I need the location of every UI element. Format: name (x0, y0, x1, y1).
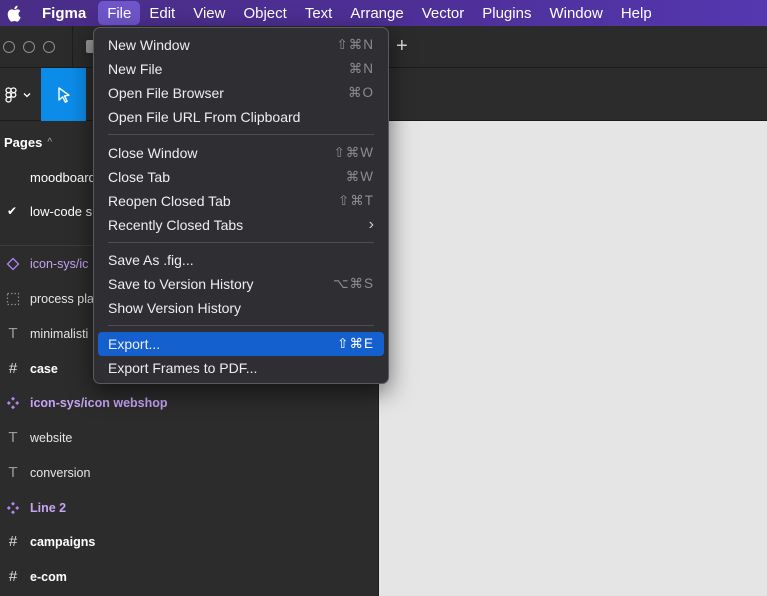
menu-item-show-version-history[interactable]: Show Version History (98, 296, 384, 320)
layer-row[interactable]: Line 2 (0, 490, 379, 525)
component-icon (5, 500, 21, 516)
menu-shortcut: ⌘O (347, 85, 374, 100)
frame-icon: # (8, 533, 18, 550)
menu-item-close-tab[interactable]: Close Tab ⌘W (98, 165, 384, 189)
layer-row[interactable]: T website (0, 420, 379, 455)
menu-arrange[interactable]: Arrange (341, 0, 412, 26)
page-label: moodboard (30, 169, 96, 185)
figma-logo-icon (5, 86, 31, 103)
text-icon: T (8, 429, 18, 446)
chevron-down-icon (23, 92, 31, 97)
menu-item-new-window[interactable]: New Window ⇧⌘N (98, 33, 384, 57)
chevron-right-icon: › (368, 216, 374, 233)
menu-bar: Figma File Edit View Object Text Arrange… (0, 0, 767, 26)
new-tab-button[interactable]: + (396, 35, 408, 57)
menu-item-label: Show Version History (108, 300, 242, 316)
menu-shortcut: ⇧⌘N (336, 37, 374, 52)
menu-item-label: Save to Version History (108, 276, 254, 292)
menu-shortcut: ⇧⌘T (337, 193, 374, 208)
menu-item-label: Recently Closed Tabs (108, 217, 244, 233)
layer-name: website (30, 430, 73, 445)
layer-name: campaigns (30, 534, 96, 549)
minimize-window-icon[interactable] (23, 41, 35, 53)
menu-item-close-window[interactable]: Close Window ⇧⌘W (98, 141, 384, 165)
menu-separator (108, 134, 374, 135)
menu-item-label: New Window (108, 37, 190, 53)
menu-vector[interactable]: Vector (413, 0, 474, 26)
main-menu-button[interactable] (0, 68, 40, 121)
menu-item-recently-closed-tabs[interactable]: Recently Closed Tabs › (98, 213, 384, 237)
layer-name: e-com (30, 569, 67, 584)
file-menu-dropdown: New Window ⇧⌘N New File ⌘N Open File Bro… (93, 27, 389, 384)
menu-item-label: Export Frames to PDF... (108, 360, 258, 376)
menu-item-label: Export... (108, 336, 161, 352)
layer-name: process pla (30, 291, 94, 306)
tab-divider (72, 26, 73, 68)
layer-name: Line 2 (30, 500, 67, 515)
menu-item-open-file-url[interactable]: Open File URL From Clipboard (98, 105, 384, 129)
layer-name: icon-sys/ic (30, 256, 89, 271)
layer-name: case (30, 361, 58, 376)
apple-icon[interactable] (0, 0, 28, 26)
page-label: low-code s (30, 203, 93, 219)
menu-separator (108, 242, 374, 243)
menu-item-label: Reopen Closed Tab (108, 193, 231, 209)
menu-view[interactable]: View (184, 0, 234, 26)
menu-shortcut: ⇧⌘W (333, 145, 374, 160)
menu-item-save-as-fig[interactable]: Save As .fig... (98, 248, 384, 272)
menu-edit[interactable]: Edit (140, 0, 184, 26)
layer-row[interactable]: # campaigns (0, 524, 379, 559)
component-icon (5, 395, 21, 411)
dotted-frame-icon (5, 291, 21, 307)
layer-row[interactable]: icon-sys/icon webshop (0, 385, 379, 420)
menu-shortcut: ⌥⌘S (332, 276, 374, 291)
layer-name: icon-sys/icon webshop (30, 395, 168, 410)
checkmark-icon: ✔ (7, 204, 18, 218)
text-icon: T (8, 464, 18, 481)
menu-item-save-to-version-history[interactable]: Save to Version History ⌥⌘S (98, 272, 384, 296)
move-tool-button[interactable] (41, 68, 86, 121)
menu-object[interactable]: Object (234, 0, 295, 26)
menu-item-open-file-browser[interactable]: Open File Browser ⌘O (98, 81, 384, 105)
menu-item-label: Save As .fig... (108, 252, 194, 268)
menu-separator (108, 325, 374, 326)
menu-file[interactable]: File (98, 1, 141, 25)
menu-item-label: Close Window (108, 145, 198, 161)
frame-icon: # (8, 360, 18, 377)
menu-shortcut: ⌘N (348, 61, 374, 76)
menu-help[interactable]: Help (612, 0, 661, 26)
menu-item-export[interactable]: Export... ⇧⌘E (98, 332, 384, 356)
menu-text[interactable]: Text (296, 0, 342, 26)
menu-shortcut: ⌘W (345, 169, 374, 184)
menu-shortcut: ⇧⌘E (337, 336, 374, 351)
menu-item-new-file[interactable]: New File ⌘N (98, 57, 384, 81)
frame-icon: # (8, 568, 18, 585)
menu-item-label: New File (108, 61, 163, 77)
pages-header[interactable]: Pages ^ (4, 135, 52, 150)
menu-item-label: Open File URL From Clipboard (108, 109, 301, 125)
zoom-window-icon[interactable] (43, 41, 55, 53)
layer-row[interactable]: # e-com (0, 559, 379, 594)
diamond-icon (5, 256, 21, 272)
menu-item-reopen-closed-tab[interactable]: Reopen Closed Tab ⇧⌘T (98, 189, 384, 213)
menu-app-figma[interactable]: Figma (28, 0, 98, 26)
close-window-icon[interactable] (3, 41, 15, 53)
menu-plugins[interactable]: Plugins (473, 0, 540, 26)
menu-window[interactable]: Window (540, 0, 611, 26)
layer-row[interactable]: T conversion (0, 455, 379, 490)
layer-name: conversion (30, 465, 91, 480)
pages-title: Pages (4, 135, 43, 150)
text-icon: T (8, 325, 18, 342)
menu-item-export-frames-to-pdf[interactable]: Export Frames to PDF... (98, 356, 384, 380)
menu-item-label: Open File Browser (108, 85, 224, 101)
cursor-arrow-icon (57, 86, 70, 103)
chevron-up-icon: ^ (47, 137, 53, 148)
layer-name: minimalisti (30, 326, 89, 341)
menu-item-label: Close Tab (108, 169, 171, 185)
